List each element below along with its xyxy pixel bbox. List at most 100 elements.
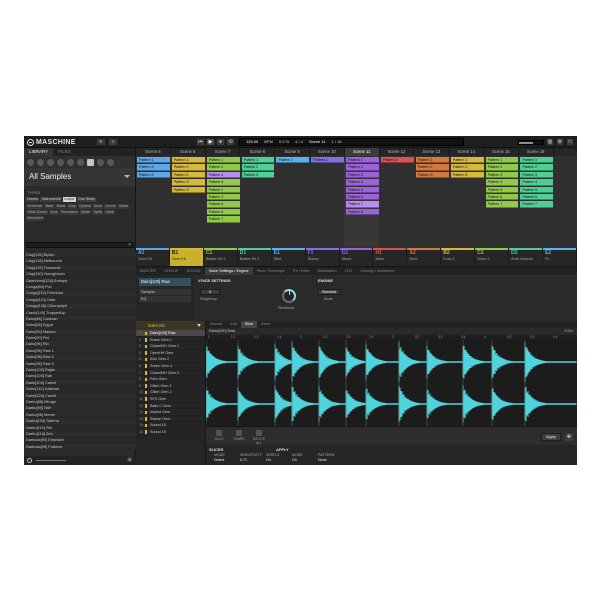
pattern-clip[interactable]: Pattern 8 (346, 208, 380, 216)
pad-row[interactable]: 9 Glitch Gem 1 (136, 383, 205, 390)
subtype-chip[interactable]: Brass (55, 204, 67, 209)
pattern-clip[interactable]: Pattern 1 (137, 157, 170, 164)
control-tab[interactable]: Modulation (314, 267, 341, 275)
pattern-clip[interactable]: Pattern 1 (450, 157, 484, 164)
pattern-clip[interactable]: Pattern 1 (415, 157, 449, 164)
subtype-chip[interactable]: Keys (48, 210, 59, 215)
move-icon[interactable]: ✥ (565, 433, 573, 441)
pattern-clip[interactable]: Pattern 3 (415, 171, 449, 179)
subtype-chip[interactable]: Ambience (26, 204, 44, 209)
pattern-clip[interactable]: Pattern 7 (346, 201, 380, 208)
group-slot[interactable]: B2 Exec 1 (441, 248, 476, 266)
gear-icon[interactable]: ⚙ (556, 138, 564, 146)
subtype-chip[interactable]: Guitar (117, 204, 130, 209)
group-slot[interactable]: D2 Amb Horizon (509, 248, 544, 266)
pad-row[interactable]: 14 Sweep Gem (136, 416, 205, 423)
subtype-chip[interactable]: Vocal (104, 210, 116, 215)
tab-files[interactable]: FILES (53, 148, 76, 156)
pattern-clip[interactable]: Pattern 4 (346, 179, 380, 186)
group-slot[interactable]: G1 Shout (339, 248, 374, 266)
settings-icon[interactable] (107, 158, 114, 166)
pattern-clip[interactable]: Pattern 7 (485, 201, 519, 208)
pattern-clip[interactable]: Pattern 5 (346, 186, 380, 193)
plugin-slot-eq[interactable]: EQ (139, 296, 191, 302)
editor-tab[interactable]: Edit (226, 321, 241, 328)
group-slot[interactable]: E1 Wire (271, 248, 306, 266)
pad-row[interactable]: 8 Perc Gem (136, 376, 205, 383)
pattern-clip[interactable]: Pattern 4 (520, 179, 554, 186)
loop-type-icon[interactable] (77, 158, 84, 166)
pattern-clip[interactable]: Pattern 5 (485, 186, 519, 193)
editor-tab[interactable]: Slice (240, 321, 258, 328)
tab-library[interactable]: LIBRARY (24, 148, 54, 156)
pad-row[interactable]: 13 Impact Gem (136, 409, 205, 416)
restart-icon[interactable]: ⏮ (196, 138, 205, 146)
subtype-chip[interactable]: Clap (67, 204, 77, 209)
pattern-clip[interactable]: Pattern 2 (520, 164, 554, 171)
type-chip[interactable]: One Shots (76, 197, 97, 202)
play-icon[interactable]: ▶ (206, 138, 215, 146)
subtype-chip[interactable]: Bass (44, 204, 55, 209)
pad-row[interactable]: 7 ClosedHH Gem 2 (136, 370, 205, 377)
scene-header[interactable]: Scene 12 (380, 148, 415, 156)
slicer-param-value[interactable]: On (266, 458, 271, 462)
swing-value[interactable]: 0.0 % (279, 139, 289, 145)
pad-row[interactable]: 4 OpenHH Gem (136, 350, 205, 357)
type-chip[interactable]: Loops (62, 197, 76, 202)
subtype-chip[interactable]: Percussion (59, 210, 79, 215)
group-slot[interactable]: D1 Blatter Kit 2 (237, 248, 272, 266)
close-icon[interactable]: × (128, 242, 131, 248)
subtype-chip[interactable]: Synth (92, 210, 104, 215)
pattern-clip[interactable]: Pattern 1 (520, 157, 554, 164)
control-tab[interactable]: GROUP (160, 267, 182, 275)
scene-header[interactable]: Scene 7 (206, 148, 241, 156)
group-slot[interactable]: A2 Gem (407, 248, 442, 266)
pattern-clip[interactable]: Pattern 5 (206, 179, 240, 186)
pattern-clip[interactable]: Pattern 3 (520, 171, 554, 179)
scene-header[interactable]: Scene 13 (414, 148, 450, 156)
list-item[interactable]: Darbuka[95] Folklore (24, 443, 136, 451)
pattern-clip[interactable]: Pattern 3 (241, 171, 275, 179)
scene-header[interactable]: Scene 5 (136, 148, 171, 156)
group-slot[interactable]: H1 Blow (373, 248, 408, 266)
kit-selector[interactable]: Gem Kit (136, 321, 205, 330)
pattern-clip[interactable]: Pattern 1 (276, 157, 310, 164)
subtype-chip[interactable]: Hihat Closed (26, 210, 48, 215)
sound-slot-name[interactable]: Dairo[100] Raw (139, 278, 191, 286)
prehear-volume-slider[interactable] (36, 460, 66, 461)
scene-header[interactable]: Scene 10 (310, 148, 345, 156)
pattern-clip[interactable]: Pattern 2 (241, 164, 275, 171)
scene-header[interactable]: Scene 11 (344, 148, 380, 156)
pattern-clip[interactable]: Pattern 6 (346, 194, 380, 201)
sample-icon[interactable] (87, 158, 94, 166)
pattern-clip[interactable]: Pattern 2 (171, 171, 205, 179)
control-tab[interactable]: MASTER (136, 267, 160, 275)
pattern-clip[interactable]: Pattern 7 (206, 216, 240, 223)
pad-row[interactable]: 1 Dairo[100] Raw (136, 330, 205, 337)
pattern-clip[interactable]: Pattern 6 (520, 194, 554, 201)
control-tab[interactable]: SOUND (183, 267, 205, 275)
pad-row[interactable]: 16 Sound 16 (136, 429, 205, 436)
effect-icon[interactable] (67, 158, 74, 166)
plugin-slot-sampler[interactable]: Sampler (139, 289, 191, 295)
pattern-clip[interactable]: Pattern 4 (137, 171, 170, 179)
pattern-clip[interactable]: Pattern 1 (171, 157, 205, 164)
slice-tool[interactable]: SLICE (210, 430, 228, 441)
pattern-clip[interactable]: Pattern 3 (171, 179, 205, 186)
pattern-clip[interactable]: Pattern 8 (206, 208, 240, 216)
prehear-icon[interactable] (27, 458, 32, 463)
slicer-param-value[interactable]: None (318, 458, 327, 462)
scene-header[interactable]: Scene 9 (275, 148, 310, 156)
pattern-clip[interactable]: Pattern 1 (485, 157, 519, 164)
type-chip[interactable]: Drums (26, 197, 40, 202)
instrument-icon[interactable] (57, 158, 64, 166)
search-input[interactable]: × (26, 242, 134, 248)
slicer-param-value[interactable]: 0.71 (240, 458, 247, 462)
pad-row[interactable]: 3 ClosedHH Gem 1 (136, 343, 205, 350)
loop-icon[interactable]: ⟲ (226, 138, 235, 146)
record-icon[interactable]: ● (216, 138, 225, 146)
pad-row[interactable]: 11 SFX Gem (136, 396, 205, 403)
menu-button[interactable]: ≡ (96, 138, 106, 146)
pattern-clip[interactable]: Pattern 5 (520, 186, 554, 193)
control-tab[interactable]: Pitch / Envelope (253, 267, 289, 275)
